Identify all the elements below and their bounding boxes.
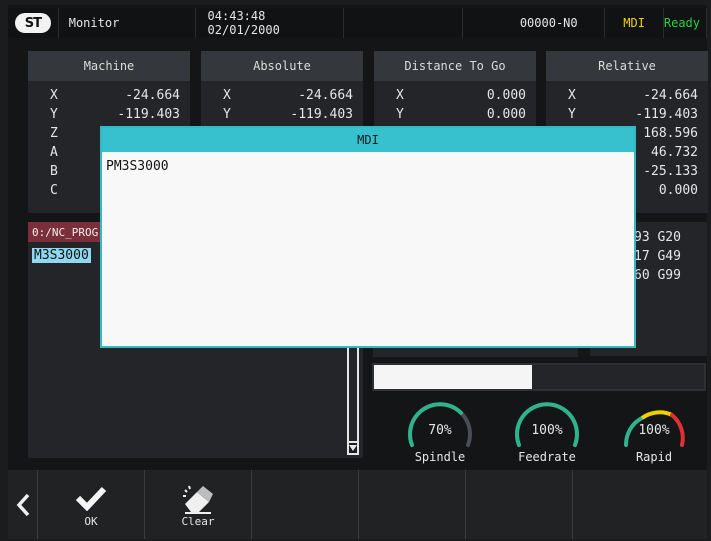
clear-label: Clear (181, 515, 215, 528)
axis-label: C (50, 183, 58, 198)
topbar-spacer (344, 8, 464, 38)
toolbar-slot-empty[interactable] (252, 470, 359, 539)
checkmark-icon (75, 486, 107, 511)
gcode-line: 93 G20 (634, 230, 681, 245)
axis-value: -24.664 (125, 88, 180, 103)
coord-row: X -24.664 (201, 86, 363, 105)
gauge-value: 100% (638, 423, 670, 438)
axis-value: -119.403 (117, 107, 180, 122)
axis-label: X (396, 88, 404, 103)
program-number: 00000-N0 (463, 8, 606, 38)
clear-button[interactable]: Clear (145, 470, 252, 539)
chevron-left-icon (16, 493, 29, 516)
toolbar-slot-empty[interactable] (466, 470, 573, 539)
coord-row: X 0.000 (374, 86, 536, 105)
scroll-down-button[interactable] (347, 441, 359, 455)
clock: 04:43:48 02/01/2000 (196, 8, 345, 38)
panel-title: Relative (546, 51, 708, 81)
panel-title: Distance To Go (374, 51, 536, 81)
mdi-input[interactable]: PM3S3000 (102, 152, 634, 181)
gauge-label: Spindle (414, 450, 466, 464)
gauge-label: Rapid (635, 450, 673, 464)
gauge-value: 70% (428, 423, 452, 438)
coord-row: Y -119.403 (546, 105, 708, 124)
toolbar-slot-empty[interactable] (359, 470, 466, 539)
coord-row: Y -119.403 (201, 105, 363, 124)
axis-label: Y (223, 107, 231, 122)
progress-bar (372, 363, 706, 391)
spindle-gauge: 70% Spindle (400, 395, 480, 467)
eraser-icon (183, 485, 213, 514)
axis-value: -119.403 (290, 107, 353, 122)
coord-row: Y 0.000 (374, 105, 536, 124)
rapid-gauge: 100% Rapid (614, 395, 694, 467)
progress-bar-fill (374, 365, 533, 389)
gcode-line: 17 G49 (634, 249, 681, 264)
axis-label: X (223, 88, 231, 103)
chevron-down-icon (349, 445, 357, 451)
axis-label: Y (568, 107, 576, 122)
axis-label: Y (396, 107, 404, 122)
axis-value: -24.664 (298, 88, 353, 103)
panel-title: Machine (28, 51, 190, 81)
axis-value: -24.664 (643, 88, 698, 103)
back-button[interactable] (8, 470, 38, 539)
coord-row: Y -119.403 (28, 105, 190, 124)
program-scrollbar[interactable] (347, 332, 359, 455)
coord-row: X -24.664 (546, 86, 708, 105)
axis-label: Y (50, 107, 58, 122)
axis-label: X (568, 88, 576, 103)
gcode-line: 60 G99 (634, 268, 681, 283)
axis-value: -119.403 (635, 107, 698, 122)
ok-button[interactable]: OK (38, 470, 145, 539)
axis-label: A (50, 145, 58, 160)
ok-label: OK (84, 515, 98, 528)
program-current-line[interactable]: M3S3000 (32, 248, 91, 263)
mdi-dialog: MDI PM3S3000 (100, 126, 636, 348)
dialog-title: MDI (102, 128, 634, 152)
axis-value: 0.000 (486, 107, 526, 122)
gauge-value: 100% (531, 423, 563, 438)
axis-value: 0.000 (486, 88, 526, 103)
axis-label: X (50, 88, 58, 103)
coord-row: X -24.664 (28, 86, 190, 105)
feedrate-gauge: 100% Feedrate (507, 395, 587, 467)
mode-indicator: MDI (605, 8, 664, 38)
logo: ST (8, 8, 59, 38)
axis-label: Z (50, 126, 58, 141)
toolbar-slot-empty[interactable] (573, 470, 685, 539)
logo-badge: ST (14, 13, 51, 33)
axis-label: B (50, 164, 58, 179)
status-indicator: Ready (664, 8, 707, 38)
panel-title: Absolute (201, 51, 363, 81)
top-bar: ST Monitor 04:43:48 02/01/2000 00000-N0 … (8, 8, 707, 38)
page-title: Monitor (59, 8, 196, 38)
bottom-toolbar: OK Clear (8, 470, 707, 539)
gauge-label: Feedrate (518, 450, 576, 464)
